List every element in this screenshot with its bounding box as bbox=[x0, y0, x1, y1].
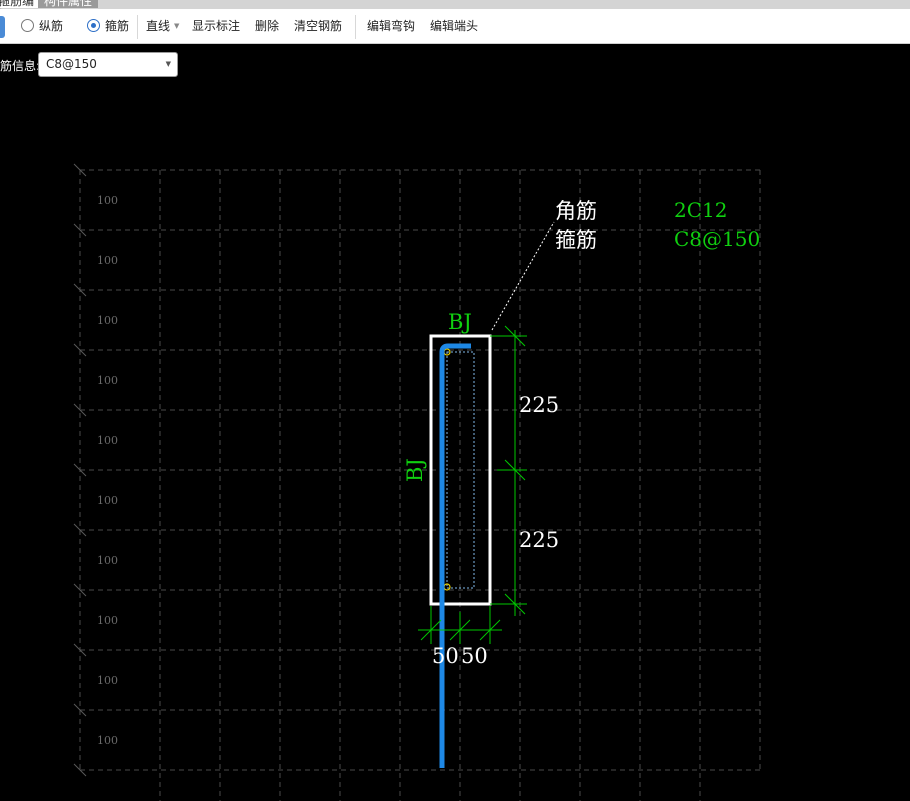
side-label-top: BJ bbox=[448, 310, 472, 334]
grid-spacing-label: 100 bbox=[97, 254, 118, 267]
grid-spacing-label: 100 bbox=[97, 554, 118, 567]
dimension-right bbox=[490, 325, 527, 616]
grid-spacing-label: 100 bbox=[97, 194, 118, 207]
dim-bottom-left-label: 50 bbox=[432, 644, 459, 668]
dim-lower-label: 225 bbox=[519, 528, 559, 552]
legend-stirrup-label: 箍筋 bbox=[555, 228, 597, 252]
stirrup-leg[interactable] bbox=[439, 343, 471, 768]
drawing-canvas[interactable]: 100 100 100 100 100 100 100 100 100 100 角筋 箍筋 2C1… bbox=[0, 0, 910, 801]
grid-spacing-label: 100 bbox=[97, 674, 118, 687]
legend-stirrup-value: C8@150 bbox=[674, 227, 760, 251]
grid-spacing-label: 100 bbox=[97, 434, 118, 447]
grid-spacing-label: 100 bbox=[97, 374, 118, 387]
legend-corner-value: 2C12 bbox=[674, 198, 727, 222]
dim-bottom-right-label: 50 bbox=[461, 644, 488, 668]
side-label-left: BJ bbox=[403, 458, 427, 482]
grid-spacing-label: 100 bbox=[97, 494, 118, 507]
leader-line bbox=[491, 221, 555, 331]
dim-upper-label: 225 bbox=[519, 393, 559, 417]
grid bbox=[79, 169, 761, 801]
legend-corner-label: 角筋 bbox=[555, 199, 597, 223]
grid-spacing-label: 100 bbox=[97, 314, 118, 327]
grid-spacing-label: 100 bbox=[97, 734, 118, 747]
grid-spacing-label: 100 bbox=[97, 614, 118, 627]
